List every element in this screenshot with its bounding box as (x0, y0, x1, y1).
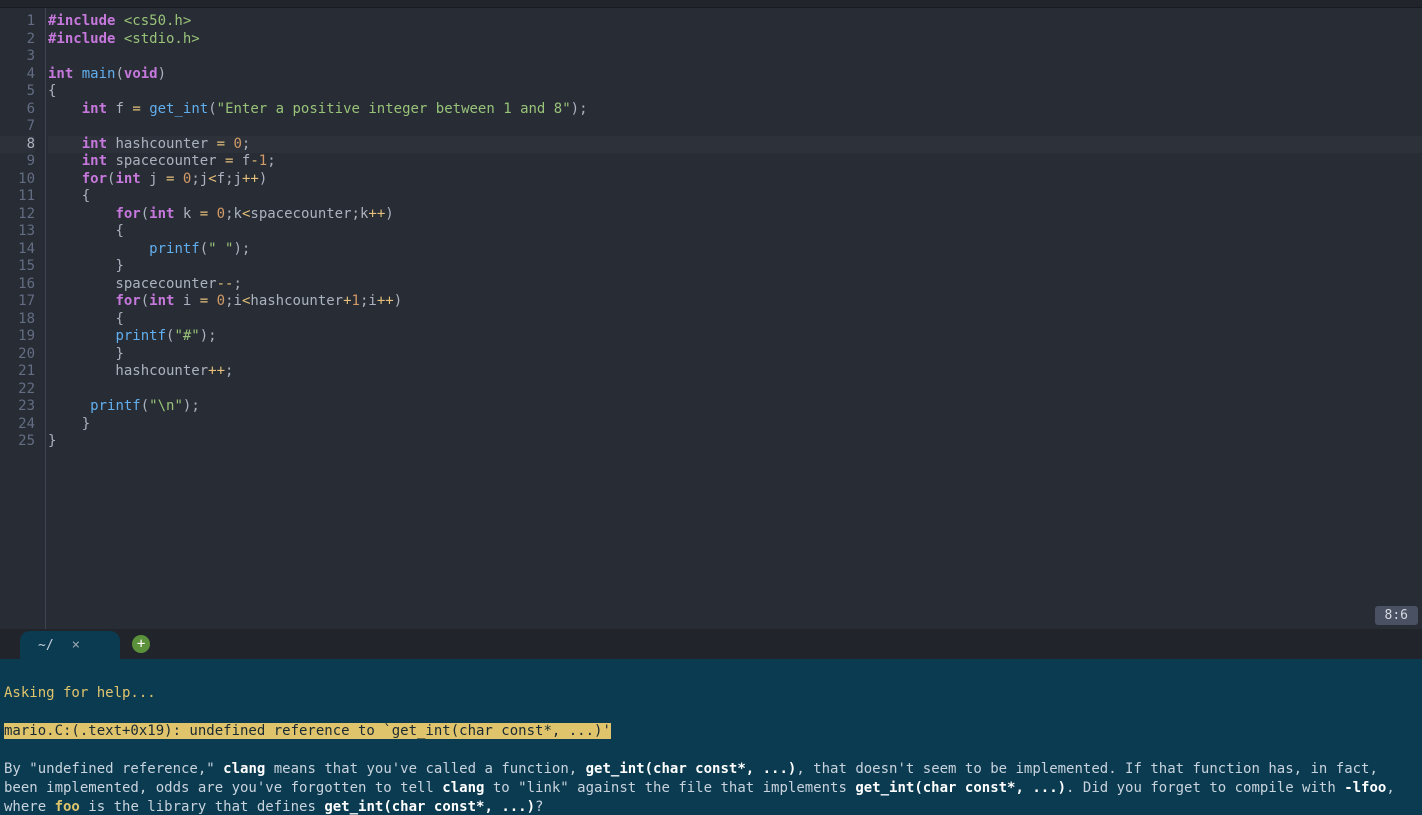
line-number: 21 (0, 363, 35, 381)
code-line[interactable]: { (48, 188, 1422, 206)
code-line[interactable]: for(int j = 0;j<f;j++) (48, 171, 1422, 189)
code-editor[interactable]: 1234567891011121314151617181920212223242… (0, 8, 1422, 629)
code-line[interactable]: int hashcounter = 0; (48, 136, 1422, 154)
line-number: 16 (0, 276, 35, 294)
add-terminal-tab-button[interactable]: + (132, 635, 150, 653)
line-number: 10 (0, 171, 35, 189)
terminal-tab-strip: ~/ × + (0, 629, 1422, 659)
close-icon[interactable]: × (72, 637, 80, 653)
code-line[interactable]: } (48, 433, 1422, 451)
terminal-error-highlight: mario.C:(.text+0x19): undefined referenc… (4, 723, 611, 739)
code-line[interactable]: { (48, 223, 1422, 241)
line-number: 11 (0, 188, 35, 206)
line-number: 8 (0, 136, 35, 154)
code-line[interactable]: } (48, 416, 1422, 434)
line-number: 12 (0, 206, 35, 224)
terminal-tab-home[interactable]: ~/ × (20, 631, 120, 659)
code-line[interactable]: hashcounter++; (48, 363, 1422, 381)
line-number: 19 (0, 328, 35, 346)
line-number: 25 (0, 433, 35, 451)
line-number: 20 (0, 346, 35, 364)
line-number: 7 (0, 118, 35, 136)
code-line[interactable]: #include <stdio.h> (48, 31, 1422, 49)
line-number: 17 (0, 293, 35, 311)
code-line[interactable]: #include <cs50.h> (48, 13, 1422, 31)
code-line[interactable]: spacecounter--; (48, 276, 1422, 294)
code-line[interactable]: int main(void) (48, 66, 1422, 84)
code-line[interactable]: printf("\n"); (48, 398, 1422, 416)
code-line[interactable] (48, 48, 1422, 66)
line-number: 13 (0, 223, 35, 241)
code-line[interactable]: { (48, 83, 1422, 101)
code-line[interactable]: printf(" "); (48, 241, 1422, 259)
code-line[interactable]: } (48, 346, 1422, 364)
terminal-explain: By "undefined reference," clang means th… (4, 761, 1403, 815)
line-number: 2 (0, 31, 35, 49)
code-line[interactable]: } (48, 258, 1422, 276)
line-number: 5 (0, 83, 35, 101)
code-line[interactable] (48, 381, 1422, 399)
line-number: 3 (0, 48, 35, 66)
line-number: 1 (0, 13, 35, 31)
terminal-panel[interactable]: Asking for help... mario.C:(.text+0x19):… (0, 659, 1422, 815)
line-number: 9 (0, 153, 35, 171)
line-number-gutter: 1234567891011121314151617181920212223242… (0, 8, 45, 629)
terminal-output-asking: Asking for help... (4, 685, 156, 701)
line-number: 4 (0, 66, 35, 84)
code-line[interactable]: int f = get_int("Enter a positive intege… (48, 101, 1422, 119)
line-number: 23 (0, 398, 35, 416)
line-number: 18 (0, 311, 35, 329)
line-number: 22 (0, 381, 35, 399)
cursor-position-indicator: 8:6 (1375, 606, 1418, 625)
line-number: 15 (0, 258, 35, 276)
code-line[interactable] (48, 118, 1422, 136)
line-number: 24 (0, 416, 35, 434)
line-number: 6 (0, 101, 35, 119)
code-line[interactable]: printf("#"); (48, 328, 1422, 346)
code-line[interactable]: { (48, 311, 1422, 329)
code-line[interactable]: for(int k = 0;k<spacecounter;k++) (48, 206, 1422, 224)
terminal-tab-label: ~/ (38, 638, 54, 653)
code-content[interactable]: #include <cs50.h>#include <stdio.h> int … (45, 8, 1422, 629)
editor-topbar (0, 0, 1422, 8)
line-number: 14 (0, 241, 35, 259)
code-line[interactable]: int spacecounter = f-1; (48, 153, 1422, 171)
code-line[interactable]: for(int i = 0;i<hashcounter+1;i++) (48, 293, 1422, 311)
